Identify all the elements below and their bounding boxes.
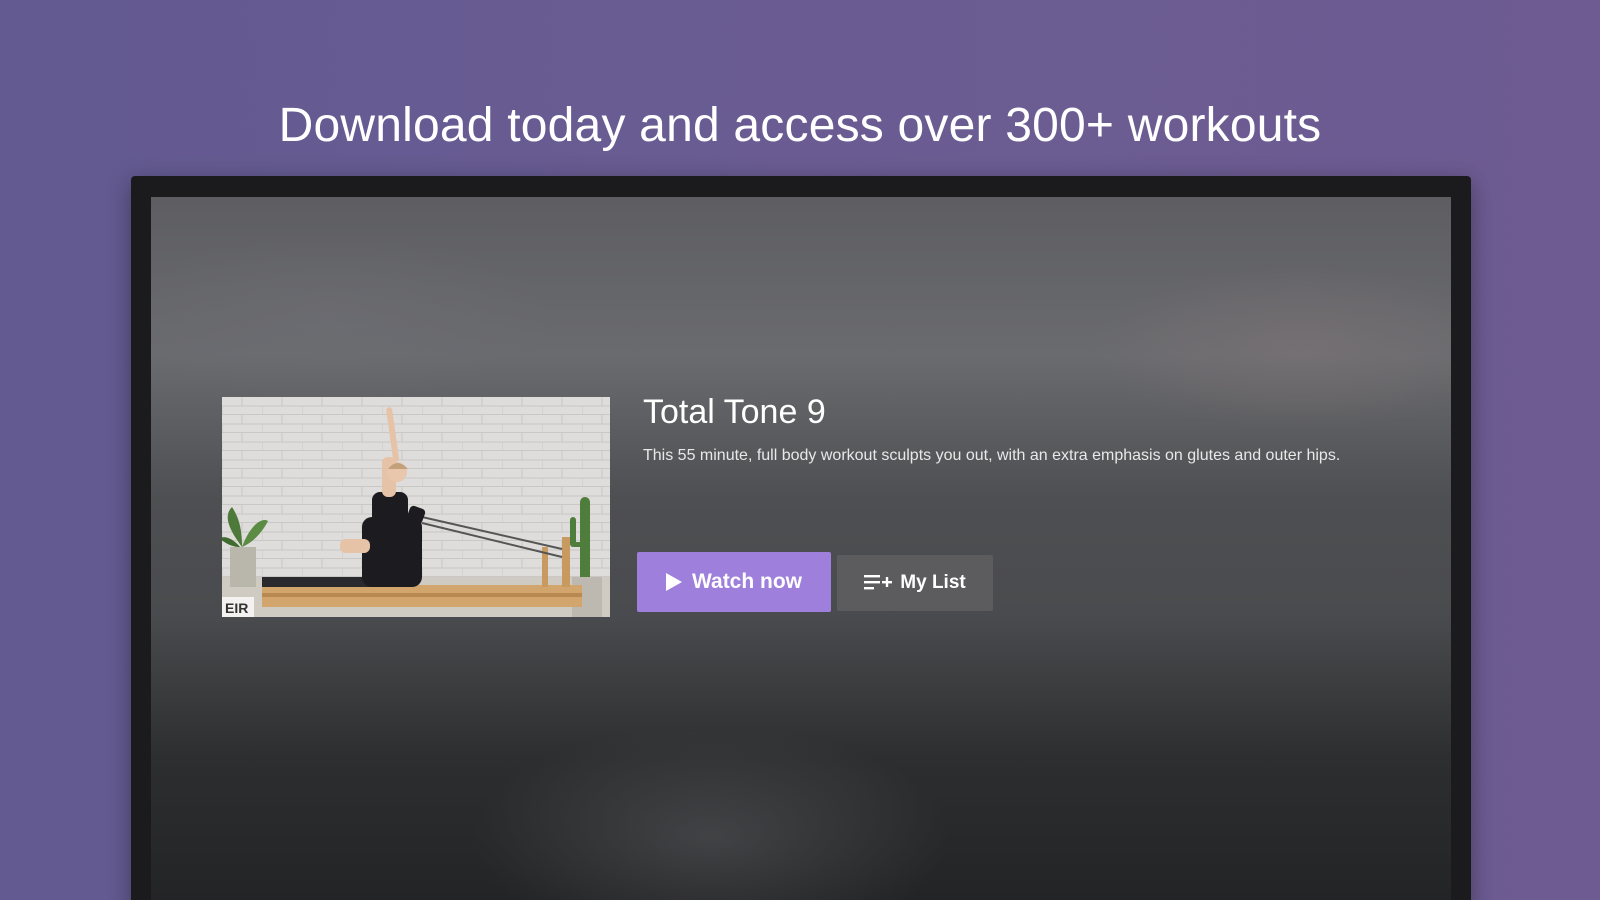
playlist-add-icon	[864, 573, 893, 593]
my-list-button[interactable]: My List	[837, 555, 993, 611]
promo-headline: Download today and access over 300+ work…	[278, 99, 1322, 153]
workout-video-thumbnail-icon: EIR	[222, 397, 610, 617]
watch-now-button[interactable]: Watch now	[637, 552, 831, 612]
watch-now-label: Watch now	[691, 570, 803, 593]
play-icon	[665, 573, 682, 591]
thumbnail-watermark: EIR	[225, 600, 248, 616]
hero-description: This 55 minute, full body workout sculpt…	[643, 447, 1341, 464]
hero-title: Total Tone 9	[643, 393, 826, 431]
tv-frame: EIR Total Tone 9 This 55 minute, full bo…	[131, 176, 1471, 900]
my-list-label: My List	[900, 572, 966, 593]
hero-thumbnail[interactable]: EIR	[222, 397, 610, 617]
tv-screen: EIR Total Tone 9 This 55 minute, full bo…	[151, 197, 1451, 900]
